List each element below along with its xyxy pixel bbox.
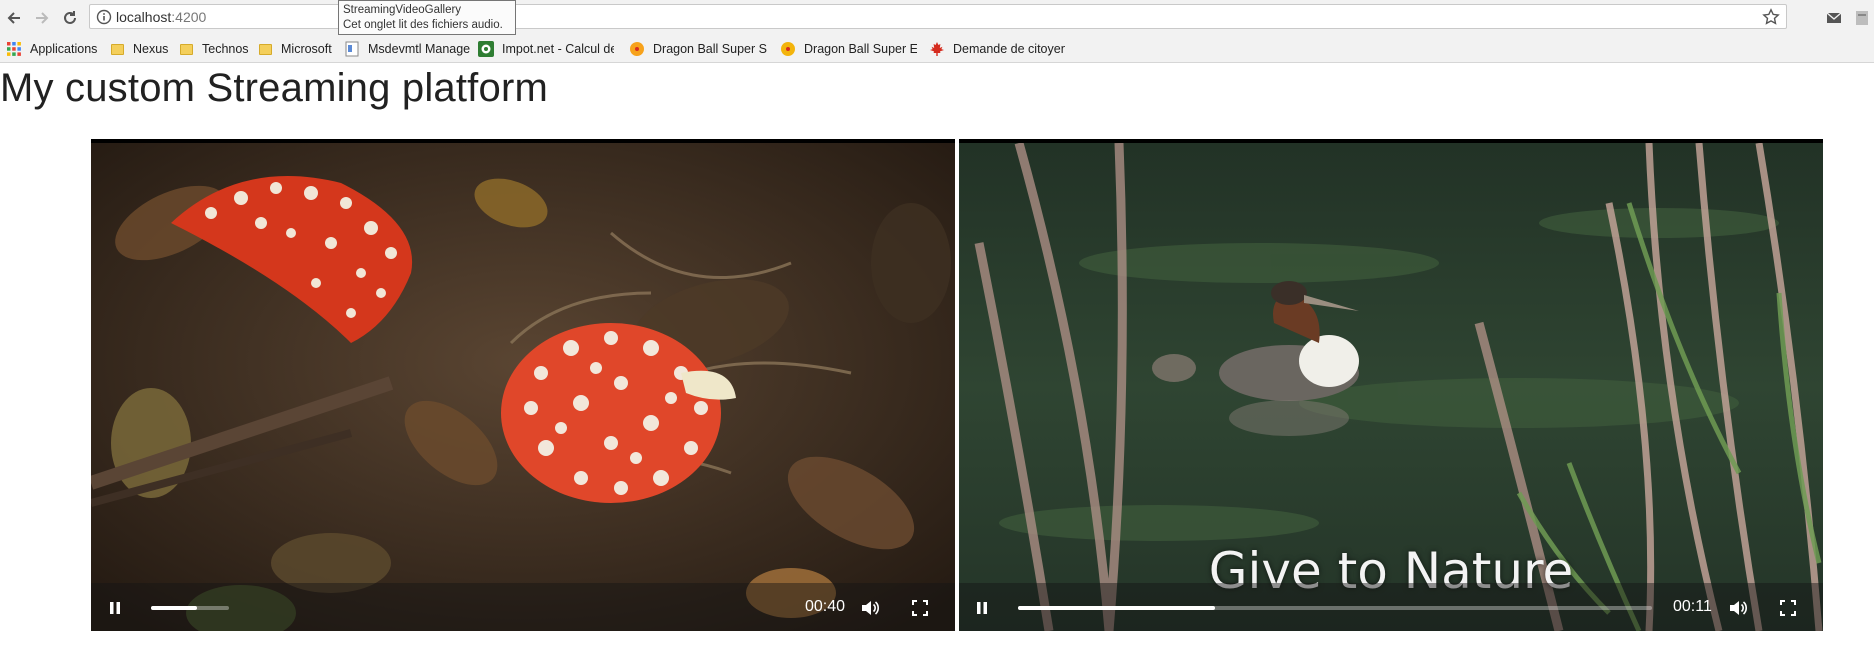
video-player-grebe[interactable]: Give to Nature 00:11	[959, 139, 1823, 631]
pause-icon[interactable]	[971, 597, 993, 619]
bookmark-star-icon[interactable]	[1762, 8, 1780, 26]
pause-icon[interactable]	[104, 597, 126, 619]
time-display: 00:40	[805, 598, 846, 615]
time-display: 00:11	[1673, 598, 1712, 615]
video-controls: 00:40	[91, 583, 955, 631]
forward-arrow-icon[interactable]	[31, 7, 53, 29]
bookmark-dragonball-2[interactable]: Dragon Ball Super Ep	[780, 40, 917, 58]
bookmark-applications[interactable]: Applications	[6, 40, 97, 58]
extension-icon[interactable]	[1853, 9, 1871, 27]
mushroom-video-frame	[91, 143, 955, 631]
tooltip-subtitle: Cet onglet lit des fichiers audio.	[343, 19, 503, 31]
maple-leaf-icon	[929, 41, 945, 57]
bookmark-msdevmtl[interactable]: Msdevmtl Manage	[344, 40, 470, 58]
bookmark-demande-citoyen[interactable]: Demande de citoyen	[929, 40, 1065, 58]
folder-icon	[257, 41, 273, 57]
bookmark-microsoft[interactable]: Microsoft	[257, 40, 332, 58]
progress-bar[interactable]	[1018, 606, 1652, 610]
tab-tooltip: StreamingVideoGallery Cet onglet lit des…	[338, 0, 516, 35]
info-icon[interactable]	[96, 9, 112, 25]
folder-icon	[109, 41, 125, 57]
bookmark-dragonball-1[interactable]: Dragon Ball Super St	[629, 40, 767, 58]
bookmark-impot[interactable]: Impot.net - Calcul de	[478, 40, 614, 58]
page-icon	[344, 41, 360, 57]
tooltip-title: StreamingVideoGallery	[343, 4, 462, 16]
progress-fill	[1018, 606, 1215, 610]
video-controls: 00:11	[959, 583, 1823, 631]
dragonball-icon	[629, 41, 645, 57]
bookmarks-bar: Applications Nexus Technos Microsoft Msd…	[0, 36, 1874, 63]
mail-extension-icon[interactable]	[1825, 9, 1843, 27]
url-text: localhost:4200	[116, 9, 207, 25]
bookmark-technos[interactable]: Technos	[178, 40, 249, 58]
apps-grid-icon	[6, 41, 22, 57]
page-title: My custom Streaming platform	[0, 66, 548, 110]
dragonball-icon	[780, 41, 796, 57]
bookmark-nexus[interactable]: Nexus	[109, 40, 168, 58]
progress-bar[interactable]	[151, 606, 229, 610]
progress-fill	[151, 606, 197, 610]
browser-toolbar: localhost:4200	[0, 0, 1874, 36]
reload-icon[interactable]	[59, 7, 81, 29]
back-arrow-icon[interactable]	[3, 7, 25, 29]
fullscreen-icon[interactable]	[909, 597, 931, 619]
video-player-mushrooms[interactable]: 00:40	[91, 139, 955, 631]
folder-icon	[178, 41, 194, 57]
impot-icon	[478, 41, 494, 57]
volume-icon[interactable]	[859, 597, 881, 619]
volume-icon[interactable]	[1727, 597, 1749, 619]
fullscreen-icon[interactable]	[1777, 597, 1799, 619]
